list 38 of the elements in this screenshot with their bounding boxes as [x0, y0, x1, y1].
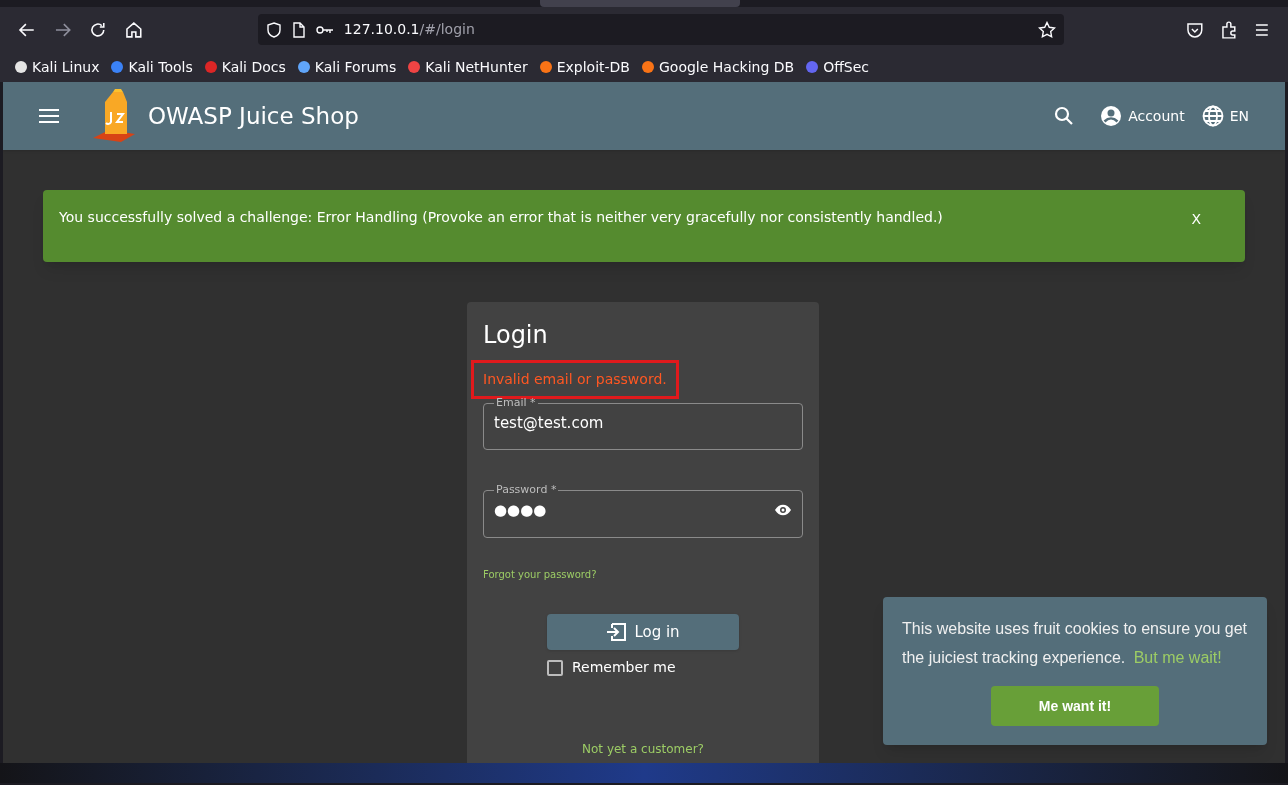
bookmark-link[interactable]: OffSec: [805, 56, 870, 78]
login-icon: [606, 623, 627, 641]
bookmark-star-icon[interactable]: [1037, 20, 1056, 39]
register-link[interactable]: Not yet a customer?: [582, 740, 704, 758]
email-field[interactable]: Email * test@test.com: [483, 395, 803, 450]
key-icon: [315, 23, 334, 36]
home-icon[interactable]: [124, 19, 144, 40]
globe-icon: [1201, 105, 1224, 127]
cookie-message: This website uses fruit cookies to ensure you get the juiciest tracking experience. But me wait!: [902, 619, 1248, 668]
eye-icon[interactable]: [774, 503, 792, 516]
bookmark-link[interactable]: Kali Tools: [110, 56, 193, 78]
url-text: 127.10.0.1/#/login: [343, 20, 475, 39]
account-button[interactable]: Account: [1100, 105, 1185, 127]
page-icon: [291, 21, 306, 38]
bookmark-link[interactable]: Kali Linux: [14, 56, 100, 78]
banner-message: You successfully solved a challenge: Error Handling (Provoke an error that is neither very gracefully nor consistently handled.): [59, 208, 943, 227]
language-button[interactable]: EN: [1201, 105, 1249, 127]
address-bar[interactable]: 127.10.0.1/#/login: [257, 14, 1064, 45]
login-button[interactable]: Log in: [547, 614, 739, 650]
account-icon: [1100, 105, 1123, 127]
pocket-icon[interactable]: [1185, 20, 1204, 39]
bookmark-link[interactable]: Kali Docs: [203, 56, 286, 78]
app-title[interactable]: OWASP Juice Shop: [148, 98, 359, 134]
remember-checkbox[interactable]: [547, 659, 563, 676]
forgot-password-link[interactable]: Forgot your password?: [483, 567, 597, 582]
password-field[interactable]: Password * ●●●●: [483, 482, 803, 538]
error-message: Invalid email or password.: [471, 360, 679, 399]
shield-icon: [265, 21, 282, 38]
remember-label[interactable]: Remember me: [572, 657, 676, 678]
extensions-icon[interactable]: [1219, 20, 1238, 39]
bookmark-link[interactable]: Kali Forums: [296, 56, 397, 78]
bookmark-link[interactable]: Kali NetHunter: [407, 56, 528, 78]
search-icon[interactable]: [1054, 106, 1075, 126]
close-button[interactable]: X: [1189, 209, 1203, 230]
login-title: Login: [483, 320, 549, 350]
bookmark-link[interactable]: Exploit-DB: [538, 56, 630, 78]
bookmark-link[interactable]: Google Hacking DB: [641, 56, 795, 78]
menu-icon[interactable]: [39, 108, 61, 124]
